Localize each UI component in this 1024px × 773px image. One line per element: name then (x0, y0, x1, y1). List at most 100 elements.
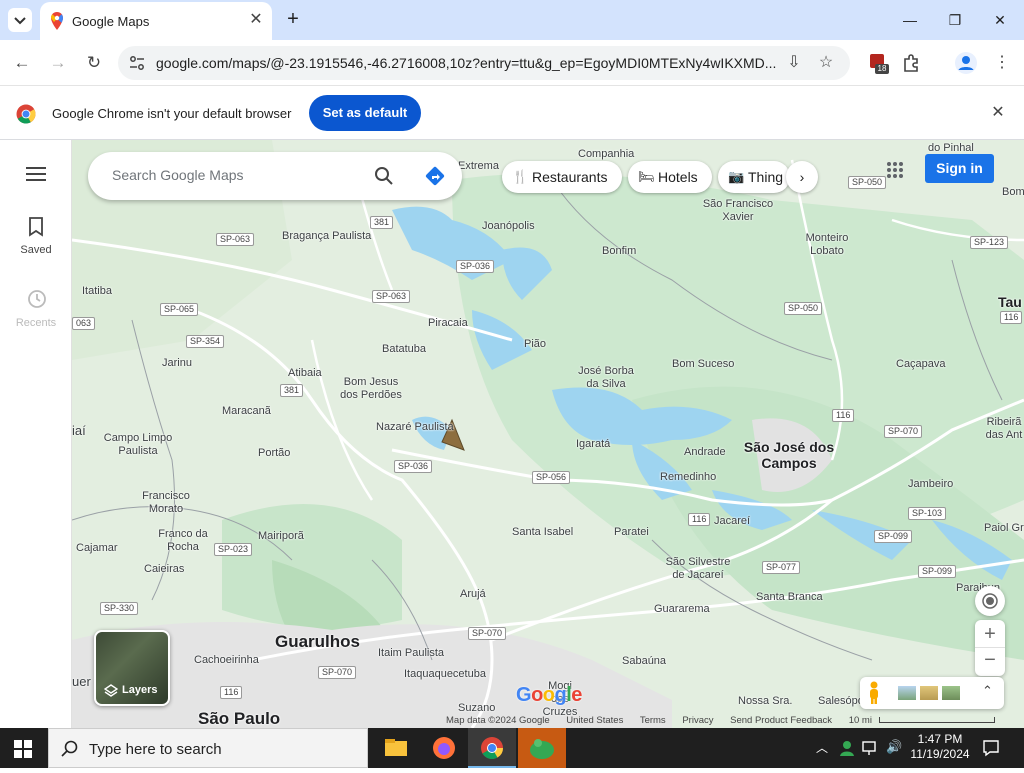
restore-button[interactable]: ❐ (935, 8, 975, 32)
layers-label: Layers (122, 684, 158, 696)
map-canvas[interactable]: Bragança Paulista Joanópolis Companhia E… (72, 140, 1024, 728)
tab-strip: Google Maps ✕ + — ❐ ✕ (0, 0, 1024, 40)
place-label: Atibaia (288, 367, 322, 379)
close-window-button[interactable]: ✕ (980, 8, 1020, 32)
maps-search-box[interactable]: Search Google Maps (88, 152, 462, 200)
place-label: Tau (998, 294, 1022, 310)
chip-hotels[interactable]: 🛏 Hotels (628, 161, 712, 193)
place-label: Jambeiro (908, 478, 954, 490)
road-shield: SP-354 (186, 335, 225, 348)
place-label: Cajamar (76, 542, 118, 554)
place-label: Ribeirã das Ant (985, 416, 1023, 441)
file-explorer-icon[interactable] (372, 728, 420, 768)
new-tab-button[interactable]: + (283, 9, 303, 29)
close-tab-icon[interactable]: ✕ (247, 11, 265, 29)
reload-button[interactable]: ↻ (82, 51, 106, 75)
volume-icon[interactable]: 🔊 (886, 739, 902, 755)
road-shield: SP-070 (318, 666, 357, 679)
tab-search-button[interactable] (8, 8, 32, 32)
profile-avatar-icon[interactable] (954, 51, 978, 75)
road-shield: SP-063 (372, 290, 411, 303)
tray-chevron-icon[interactable]: ︿ (816, 739, 828, 756)
place-label: Remedinho (660, 471, 717, 483)
search-icon[interactable] (374, 166, 394, 186)
active-tab[interactable]: Google Maps ✕ (40, 2, 272, 40)
street-view-layers-bar: ⌃ (860, 677, 1004, 709)
extensions-puzzle-icon[interactable] (900, 51, 924, 75)
place-label: Cachoeirinha (194, 654, 259, 666)
region-link[interactable]: United States (566, 715, 623, 726)
directions-icon[interactable] (424, 165, 446, 187)
place-label: Portão (258, 447, 291, 459)
place-label: Companhia (578, 148, 635, 160)
notifications-icon[interactable] (982, 739, 1000, 757)
firefox-icon[interactable] (420, 728, 468, 768)
taskbar-search-box[interactable]: Type here to search (48, 728, 368, 768)
set-as-default-button[interactable]: Set as default (309, 95, 421, 131)
place-label-major: São Paulo (198, 709, 281, 728)
road-shield: SP-065 (160, 303, 199, 316)
place-label: Maracanã (222, 405, 271, 417)
privacy-link[interactable]: Privacy (682, 715, 713, 726)
chip-restaurants[interactable]: 🍴 Restaurants (502, 161, 622, 193)
bookmark-icon[interactable] (28, 217, 44, 237)
install-app-icon[interactable]: ⇩ (782, 51, 806, 75)
recents-label[interactable]: Recents (0, 317, 72, 329)
chips-scroll-right-button[interactable]: › (786, 161, 818, 193)
hamburger-menu-icon[interactable] (26, 166, 46, 182)
search-input[interactable]: Search Google Maps (112, 167, 244, 183)
chip-things-to-do[interactable]: 📷 Thing (718, 161, 790, 193)
zoom-out-button[interactable]: − (975, 648, 1005, 676)
chrome-taskbar-icon[interactable] (468, 728, 516, 768)
pegman-icon[interactable] (866, 681, 882, 705)
site-info-icon[interactable] (128, 54, 146, 72)
windows-start-icon[interactable] (14, 740, 32, 758)
clock[interactable]: 1:47 PM 11/19/2024 (910, 732, 970, 762)
my-location-button[interactable] (975, 586, 1005, 616)
map-footer: Map data ©2024 Google United States Term… (446, 715, 1009, 728)
place-label: Bom Jesus dos Perdões (340, 376, 402, 401)
place-label: Paratei (614, 526, 649, 538)
place-label: Pião (524, 338, 547, 350)
back-button[interactable]: ← (10, 51, 34, 75)
place-label: iaí (72, 423, 86, 438)
traffic-thumbnail[interactable] (942, 686, 960, 700)
road-shield: SP-077 (762, 561, 801, 574)
terrain-thumbnail[interactable] (898, 686, 916, 700)
chip-label: Hotels (658, 169, 698, 185)
saved-label[interactable]: Saved (0, 244, 72, 256)
extension-shield-icon[interactable]: 18 (866, 51, 890, 75)
scale-label[interactable]: 10 mi (849, 715, 872, 726)
minimize-button[interactable]: — (890, 8, 930, 32)
satellite-thumbnail[interactable] (920, 686, 938, 700)
zoom-in-button[interactable]: + (975, 620, 1005, 648)
layers-button[interactable]: Layers (94, 630, 170, 706)
place-label: Bom (1002, 186, 1024, 198)
people-tray-icon[interactable] (838, 739, 856, 757)
more-menu-icon[interactable]: ⋮ (990, 51, 1014, 75)
place-label: Guararema (654, 603, 710, 615)
sign-in-button[interactable]: Sign in (925, 154, 994, 183)
address-bar[interactable]: google.com/maps/@-23.1915546,-46.2716008… (118, 46, 850, 80)
infobar-close-icon[interactable]: ✕ (988, 103, 1008, 123)
place-label: Santa Isabel (512, 526, 574, 538)
network-icon[interactable] (862, 740, 880, 756)
history-icon[interactable] (25, 288, 47, 310)
search-icon (61, 740, 78, 757)
bookmark-star-icon[interactable]: ☆ (814, 51, 838, 75)
road-shield: SP-050 (784, 302, 823, 315)
feedback-link[interactable]: Send Product Feedback (730, 715, 832, 726)
road-shield: 116 (220, 686, 243, 699)
apps-grid-icon[interactable] (886, 161, 904, 179)
place-label: Santa Branca (756, 591, 823, 603)
clock-time: 1:47 PM (917, 732, 963, 746)
game-app-icon[interactable] (518, 728, 566, 768)
road-shield: SP-056 (532, 471, 571, 484)
place-label: Joanópolis (482, 220, 535, 232)
place-label: Batatuba (382, 343, 427, 355)
terms-link[interactable]: Terms (640, 715, 666, 726)
forward-button[interactable]: → (46, 51, 70, 75)
expand-up-icon[interactable]: ⌃ (982, 683, 993, 699)
road-shield: 116 (832, 409, 855, 422)
place-label: Piracaia (428, 317, 468, 329)
